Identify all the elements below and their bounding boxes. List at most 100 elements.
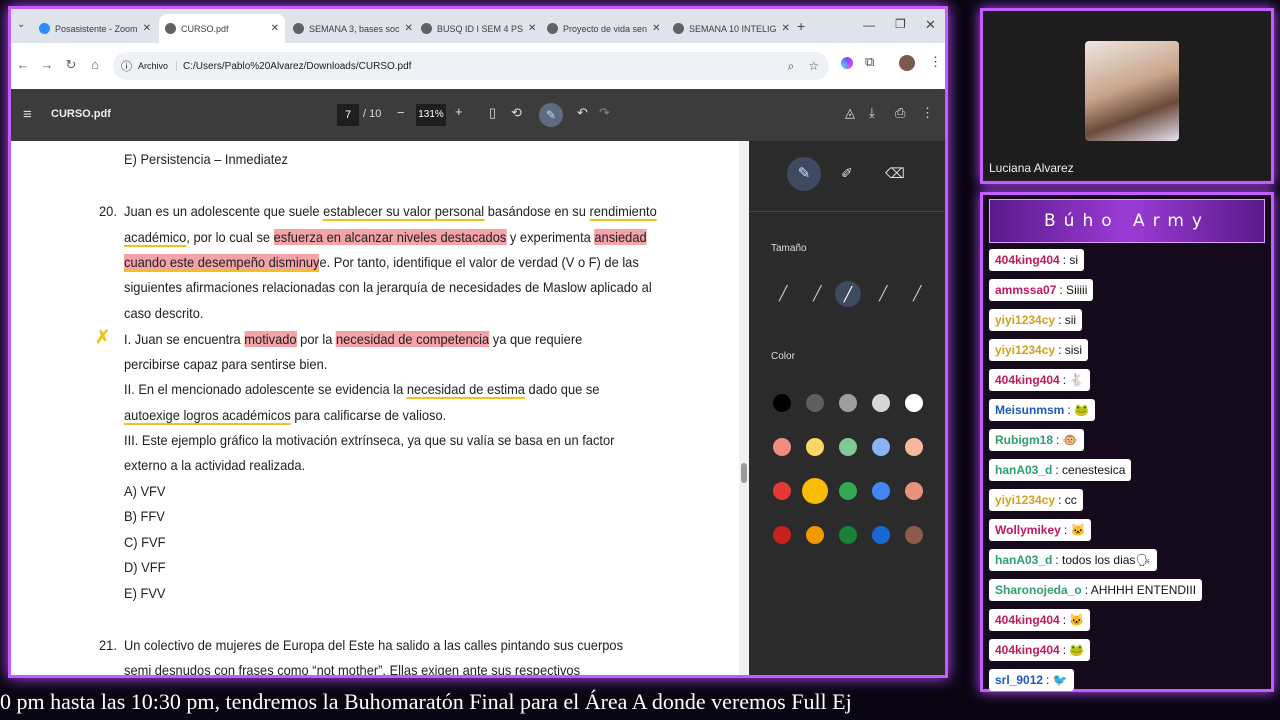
annotate-pen-icon[interactable]: ✎ [539,103,563,127]
print-icon[interactable]: ⎙ [895,105,905,121]
rotate-icon[interactable]: ⟲ [511,105,522,121]
color-swatch[interactable] [905,438,923,456]
chat-message: hanA03_d: cenestesica [989,459,1132,481]
bookmark-star-icon[interactable]: ☆ [808,59,819,73]
url-input[interactable]: ⓘ Archivo C:/Users/Pablo%20Alvarez/Downl… [113,52,829,80]
close-icon[interactable]: ✕ [528,23,536,34]
statement-line: III. Este ejemplo gráfico la motivación … [124,432,615,448]
color-swatch[interactable] [839,438,857,456]
menu-kebab-icon[interactable]: ⋮ [929,54,942,70]
statement-line: autoexige logros académicos para calific… [124,407,447,425]
webcam-video [1085,41,1179,141]
chat-text: : 🐇 [1062,373,1085,387]
color-swatch[interactable] [773,438,791,456]
color-swatch[interactable] [773,482,791,500]
question-number: 21. [99,637,117,653]
restore-icon[interactable]: ❐ [895,17,906,31]
page-number-input[interactable]: 7 [337,104,359,126]
ai-sparkle-icon[interactable]: ◬ [845,105,855,121]
tab-proyecto[interactable]: Proyecto de vida sen ✕ [541,14,665,43]
color-swatch[interactable] [802,478,828,504]
zoom-icon [39,23,50,34]
chat-message: 404king404: 🐱 [989,609,1091,631]
chat-message: Sharonojeda_o: AHHHH ENTENDIII [989,579,1203,601]
download-icon[interactable]: ⤓ [869,105,875,121]
option-d: D) VFF [124,559,166,575]
globe-icon [421,23,432,34]
zoom-in-icon[interactable]: + [455,104,463,119]
hamburger-menu-icon[interactable]: ≡ [23,106,32,123]
chat-message: 404king404: 🐸 [989,639,1091,661]
chat-username: Rubigm18 [995,433,1054,447]
color-swatch[interactable] [806,526,824,544]
chat-username: Meisunmsm [995,403,1065,417]
globe-icon [165,23,176,34]
tab-label: SEMANA 10 INTELIG [689,23,777,34]
chat-panel: Búho Army 404king404: si ammssa07: Siiiii… [980,192,1274,692]
globe-icon [547,23,558,34]
pdf-toolbar: ≡ CURSO.pdf 7 / 10 − 131% + ▯ ⟲ ✎ ↶ ↷ ◬ … [11,89,945,141]
scrollbar-thumb[interactable] [741,463,747,483]
zoom-level-input[interactable]: 131% [416,104,446,126]
more-options-icon[interactable]: ⋮ [921,105,934,121]
chat-message: Wollymikey: 🐱 [989,519,1092,541]
home-icon[interactable]: ⌂ [87,57,103,72]
extensions-puzzle-icon[interactable]: ⧉ [865,54,874,70]
reload-icon[interactable]: ↻ [63,57,79,73]
color-swatch[interactable] [905,526,923,544]
question-line: académico, por lo cual se esfuerza en al… [124,229,647,247]
chat-text: : 🐱 [1063,523,1086,537]
window-close-icon[interactable]: ✕ [925,17,936,33]
redo-icon[interactable]: ↷ [599,105,610,121]
zoom-lens-icon[interactable]: ⌕ [788,59,795,74]
forward-icon[interactable]: → [39,57,55,72]
tab-busq[interactable]: BUSQ ID I SEM 4 PS ✕ [415,14,539,43]
handwritten-mark-icon: ✗ [95,327,111,347]
question-number: 20. [99,203,117,219]
statement-line: II. En el mencionado adolescente se evid… [124,381,600,399]
color-swatch[interactable] [839,526,857,544]
close-icon[interactable]: ✕ [652,23,660,34]
color-swatch[interactable] [872,482,890,500]
color-swatch[interactable] [773,394,791,412]
tab-label: SEMANA 3, bases soc [309,23,400,34]
address-chip: Archivo [138,61,178,71]
new-tab-icon[interactable]: + [797,18,805,34]
chat-message: ammssa07: Siiiii [989,279,1094,301]
option-e: E) FVV [124,585,166,601]
color-swatch[interactable] [872,526,890,544]
tab-semana10[interactable]: SEMANA 10 INTELIG ✕ [667,14,791,43]
tab-search-chevron-icon[interactable]: ⌄ [17,19,25,30]
chat-message: 404king404: si [989,249,1085,271]
color-swatch[interactable] [839,482,857,500]
tab-bar: ⌄ Posasistente - Zoom ✕ CURSO.pdf ✕ SEMANA… [11,9,945,43]
color-swatch[interactable] [806,438,824,456]
close-icon[interactable]: ✕ [271,23,279,34]
close-icon[interactable]: ✕ [782,23,790,34]
color-swatch[interactable] [839,394,857,412]
chat-text: : 🐵 [1056,433,1078,447]
undo-icon[interactable]: ↶ [577,105,588,121]
color-swatch[interactable] [905,394,923,412]
extension-icon[interactable] [841,57,853,69]
annotation-panel: ✎ ✐ ⌫ Tamaño ╱ ╱ ╱ ╱ ╱ Color [749,141,945,675]
tab-zoom[interactable]: Posasistente - Zoom ✕ [33,14,157,43]
close-icon[interactable]: ✕ [405,23,413,34]
statement-line: externo a la actividad realizada. [124,457,306,473]
fit-page-icon[interactable]: ▯ [489,105,496,121]
close-icon[interactable]: ✕ [143,23,151,34]
color-swatch[interactable] [872,438,890,456]
minimize-icon[interactable]: — [863,18,875,32]
zoom-out-icon[interactable]: − [397,105,405,120]
color-swatch[interactable] [872,394,890,412]
back-icon[interactable]: ← [15,57,31,72]
tab-semana3[interactable]: SEMANA 3, bases soc ✕ [287,14,413,43]
tab-curso-pdf[interactable]: CURSO.pdf ✕ [159,14,285,43]
option-a: A) VFV [124,483,166,499]
color-swatch[interactable] [773,526,791,544]
color-swatch[interactable] [905,482,923,500]
avatar[interactable] [899,55,915,71]
question-line: semi desnudos con frases como “not mothe… [124,662,581,678]
pdf-scrollbar[interactable] [739,141,749,675]
color-swatch[interactable] [806,394,824,412]
